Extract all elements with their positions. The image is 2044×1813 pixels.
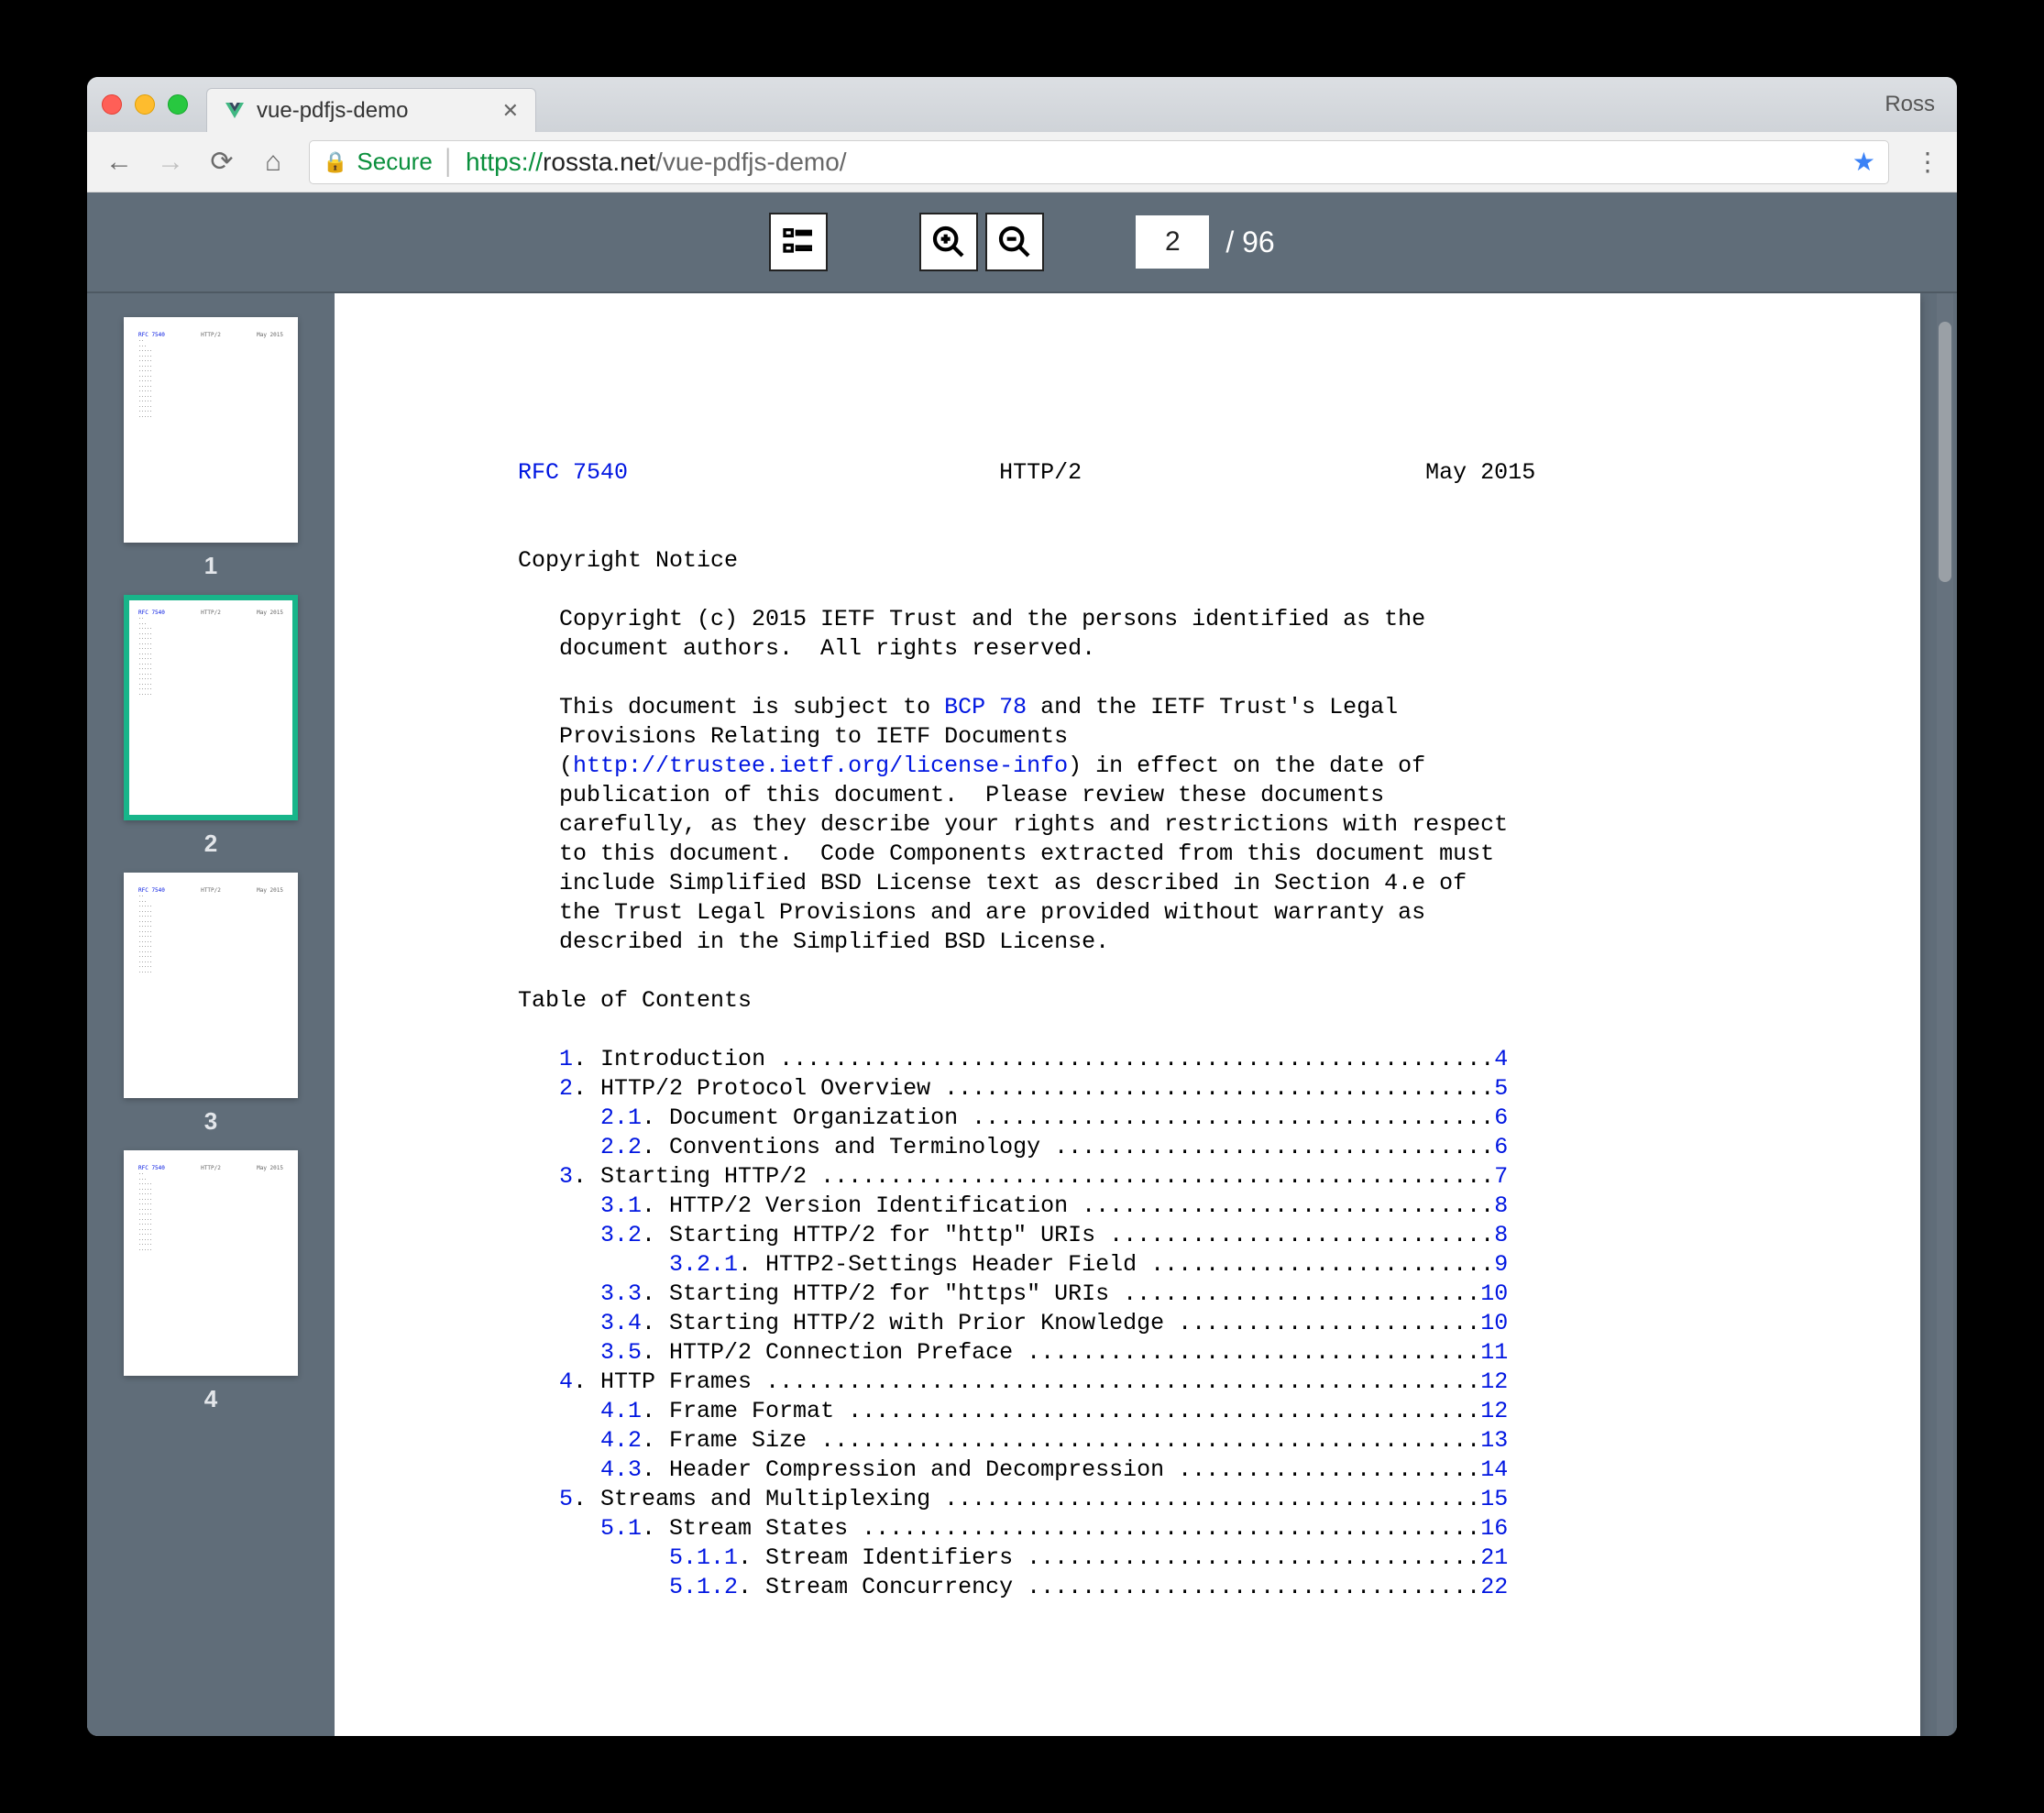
toc-section-link[interactable]: 2.1 xyxy=(600,1104,642,1131)
toc-section-link[interactable]: 3.1 xyxy=(600,1192,642,1219)
rfc-link[interactable]: RFC 7540 xyxy=(518,459,628,486)
toc-section-link[interactable]: 2.2 xyxy=(600,1134,642,1160)
thumbnail[interactable]: RFC 7540HTTP/2May 2015.. ... ..... .....… xyxy=(124,873,298,1136)
toc-page-link[interactable]: 16 xyxy=(1480,1515,1508,1542)
vue-icon xyxy=(224,100,246,122)
toc-page-link[interactable]: 6 xyxy=(1494,1104,1508,1131)
browser-tab[interactable]: vue-pdfjs-demo ✕ xyxy=(206,88,536,132)
close-window-button[interactable] xyxy=(102,94,122,115)
browser-window: vue-pdfjs-demo ✕ Ross ← → ⟳ ⌂ 🔒 Secure │… xyxy=(87,77,1957,1736)
thumbnail-image[interactable]: RFC 7540HTTP/2May 2015.. ... ..... .....… xyxy=(124,873,298,1098)
toc-section-link[interactable]: 3.2.1 xyxy=(669,1251,738,1278)
toc-page-link[interactable]: 12 xyxy=(1480,1368,1508,1395)
toc-page-link[interactable]: 4 xyxy=(1494,1046,1508,1072)
toc-section-link[interactable]: 3.3 xyxy=(600,1280,642,1307)
document-content: RFC 7540 HTTP/2 May 2015 Copyright Notic… xyxy=(518,458,1774,1602)
url-text: https://rossta.net/vue-pdfjs-demo/ xyxy=(466,148,847,177)
menu-icon[interactable]: ⋮ xyxy=(1915,147,1940,177)
reload-button[interactable]: ⟳ xyxy=(206,146,237,178)
page-indicator: / 96 xyxy=(1136,215,1274,269)
tab-bar: vue-pdfjs-demo ✕ Ross xyxy=(87,77,1957,132)
toc-section-link[interactable]: 2 xyxy=(559,1075,573,1102)
toc-page-link[interactable]: 8 xyxy=(1494,1222,1508,1248)
thumbnail-number: 2 xyxy=(204,830,217,858)
thumbnail-number: 1 xyxy=(204,552,217,580)
address-bar[interactable]: 🔒 Secure │ https://rossta.net/vue-pdfjs-… xyxy=(309,140,1889,184)
thumbnail[interactable]: RFC 7540HTTP/2May 2015.. ... ..... .....… xyxy=(124,1150,298,1413)
secure-label: Secure xyxy=(357,148,432,176)
home-button[interactable]: ⌂ xyxy=(258,147,289,178)
toc-page-link[interactable]: 9 xyxy=(1494,1251,1508,1278)
bookmark-star-icon[interactable]: ★ xyxy=(1852,147,1875,177)
toolbar: / 96 xyxy=(87,192,1957,293)
toc-page-link[interactable]: 7 xyxy=(1494,1163,1508,1190)
toc-section-link[interactable]: 3.2 xyxy=(600,1222,642,1248)
profile-name[interactable]: Ross xyxy=(1885,92,1935,117)
page-number-input[interactable] xyxy=(1136,215,1209,269)
address-bar-row: ← → ⟳ ⌂ 🔒 Secure │ https://rossta.net/vu… xyxy=(87,132,1957,192)
page-area: RFC 7540 HTTP/2 May 2015 Copyright Notic… xyxy=(335,293,1957,1736)
thumbnail-image[interactable]: RFC 7540HTTP/2May 2015.. ... ..... .....… xyxy=(124,317,298,543)
toc-page-link[interactable]: 21 xyxy=(1480,1544,1508,1571)
toc-page-link[interactable]: 10 xyxy=(1480,1310,1508,1336)
tab-title: vue-pdfjs-demo xyxy=(257,98,491,124)
toc-section-link[interactable]: 5.1.2 xyxy=(669,1574,738,1600)
scrollbar[interactable] xyxy=(1937,293,1953,1736)
thumbnail[interactable]: RFC 7540HTTP/2May 2015.. ... ..... .....… xyxy=(124,595,298,858)
separator: │ xyxy=(442,148,456,176)
toc-page-link[interactable]: 12 xyxy=(1480,1398,1508,1424)
back-button[interactable]: ← xyxy=(104,147,135,178)
thumbnail-number: 4 xyxy=(204,1385,217,1413)
maximize-window-button[interactable] xyxy=(168,94,188,115)
toc-section-link[interactable]: 4.1 xyxy=(600,1398,642,1424)
thumbnail-sidebar[interactable]: RFC 7540HTTP/2May 2015.. ... ..... .....… xyxy=(87,293,335,1736)
thumbnail[interactable]: RFC 7540HTTP/2May 2015.. ... ..... .....… xyxy=(124,317,298,580)
zoom-in-button[interactable] xyxy=(919,213,978,271)
bcp-link[interactable]: BCP 78 xyxy=(944,694,1027,720)
toc-section-link[interactable]: 5.1 xyxy=(600,1515,642,1542)
window-controls xyxy=(102,94,188,115)
pdf-page: RFC 7540 HTTP/2 May 2015 Copyright Notic… xyxy=(335,293,1920,1736)
toggle-thumbnails-button[interactable] xyxy=(769,213,828,271)
toc-page-link[interactable]: 6 xyxy=(1494,1134,1508,1160)
forward-button[interactable]: → xyxy=(155,147,186,178)
viewer-area: RFC 7540HTTP/2May 2015.. ... ..... .....… xyxy=(87,293,1957,1736)
toc-page-link[interactable]: 22 xyxy=(1480,1574,1508,1600)
toc-page-link[interactable]: 10 xyxy=(1480,1280,1508,1307)
toc-section-link[interactable]: 5.1.1 xyxy=(669,1544,738,1571)
zoom-out-button[interactable] xyxy=(985,213,1044,271)
scrollbar-handle[interactable] xyxy=(1939,322,1951,581)
toc-page-link[interactable]: 11 xyxy=(1480,1339,1508,1366)
toc-section-link[interactable]: 1 xyxy=(559,1046,573,1072)
toc-page-link[interactable]: 15 xyxy=(1480,1486,1508,1512)
toc-page-link[interactable]: 14 xyxy=(1480,1456,1508,1483)
toc-page-link[interactable]: 5 xyxy=(1494,1075,1508,1102)
page-total-label: / 96 xyxy=(1225,225,1274,259)
toc-section-link[interactable]: 4 xyxy=(559,1368,573,1395)
lock-icon: 🔒 xyxy=(323,150,347,174)
pdf-viewer-app: / 96 RFC 7540HTTP/2May 2015.. ... ..... … xyxy=(87,192,1957,1736)
toc-section-link[interactable]: 4.3 xyxy=(600,1456,642,1483)
thumbnail-image[interactable]: RFC 7540HTTP/2May 2015.. ... ..... .....… xyxy=(124,595,298,820)
license-link[interactable]: http://trustee.ietf.org/license-info xyxy=(573,753,1068,779)
toc-section-link[interactable]: 3 xyxy=(559,1163,573,1190)
toc-section-link[interactable]: 4.2 xyxy=(600,1427,642,1454)
minimize-window-button[interactable] xyxy=(135,94,155,115)
thumbnail-image[interactable]: RFC 7540HTTP/2May 2015.. ... ..... .....… xyxy=(124,1150,298,1376)
toc-page-link[interactable]: 13 xyxy=(1480,1427,1508,1454)
toc-section-link[interactable]: 3.5 xyxy=(600,1339,642,1366)
thumbnail-number: 3 xyxy=(204,1107,217,1136)
close-tab-icon[interactable]: ✕ xyxy=(502,99,519,123)
toc-section-link[interactable]: 3.4 xyxy=(600,1310,642,1336)
toc-page-link[interactable]: 8 xyxy=(1494,1192,1508,1219)
toc-section-link[interactable]: 5 xyxy=(559,1486,573,1512)
